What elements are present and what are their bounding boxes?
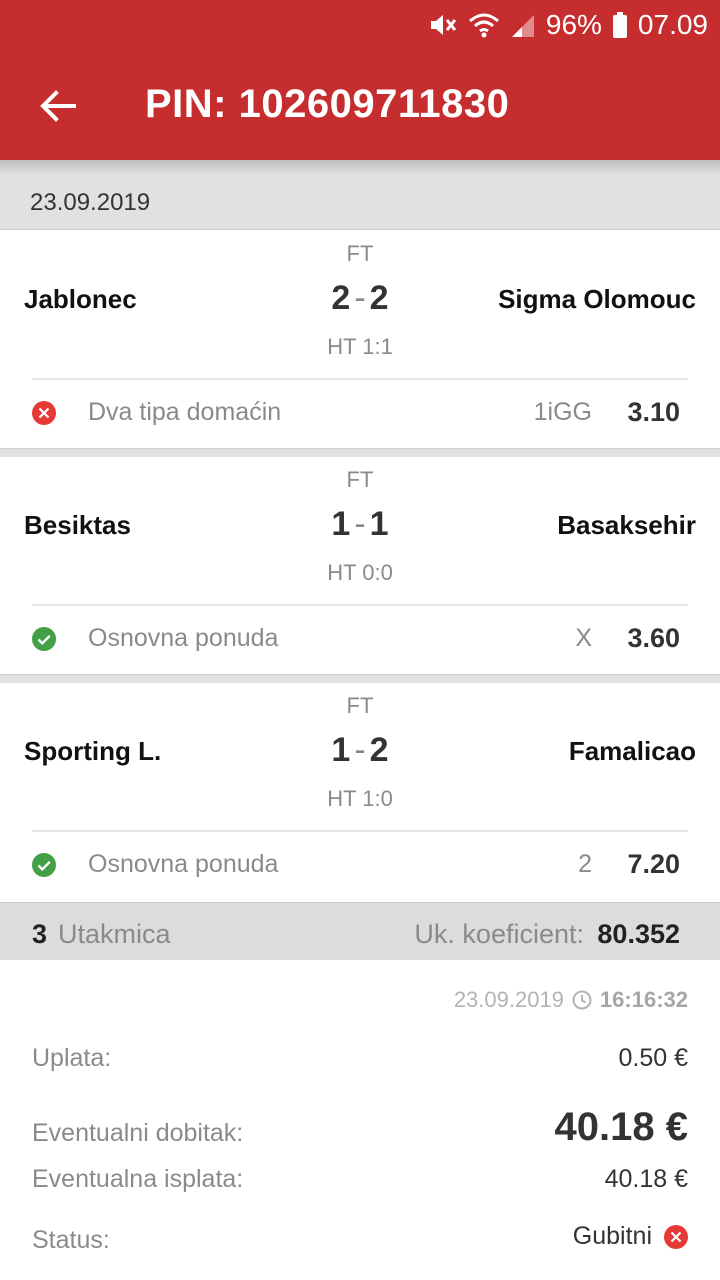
halftime-score: HT 0:0: [327, 560, 393, 585]
battery-icon: [612, 11, 628, 39]
page-title: PIN: 102609711830: [145, 82, 510, 126]
divider: [32, 604, 688, 606]
home-team: Jablonec: [24, 284, 137, 314]
bet-pick: X: [575, 624, 592, 652]
match-count-label: Utakmica: [58, 919, 171, 949]
status-bar: 96% 07.09: [428, 8, 708, 42]
possible-payout-label: Eventualna isplata:: [32, 1165, 244, 1193]
score-separator: -: [354, 731, 366, 769]
back-button[interactable]: [36, 84, 80, 128]
bet-pick: 1iGG: [533, 398, 592, 426]
wifi-icon: [468, 11, 500, 39]
match-status: FT: [346, 241, 374, 266]
match-count: 3: [32, 919, 48, 949]
stake-label: Uplata:: [32, 1044, 112, 1072]
match-card[interactable]: FT Sporting L. 1-2 Famalicao HT 1:0 Osno…: [0, 683, 720, 900]
ticket-timestamp: 23.09.2019 16:16:32: [454, 987, 688, 1013]
halftime-score: HT 1:0: [327, 786, 393, 811]
bet-market: Osnovna ponuda: [88, 624, 279, 652]
match-status: FT: [346, 467, 374, 492]
ticket-date: 23.09.2019: [453, 987, 564, 1012]
mute-icon: [428, 11, 458, 39]
away-team: Basaksehir: [557, 510, 696, 540]
total-odds-value: 80.352: [597, 919, 680, 949]
lost-icon: [664, 1224, 688, 1249]
bet-market: Osnovna ponuda: [88, 850, 279, 878]
app-bar: 96% 07.09 PIN: 102609711830: [0, 0, 720, 160]
score-away: 1: [369, 505, 389, 543]
away-team: Sigma Olomouc: [498, 284, 696, 314]
battery-percent: 96%: [545, 9, 602, 40]
date-group-header: 23.09.2019: [0, 174, 720, 230]
divider: [32, 378, 688, 380]
divider: [32, 830, 688, 832]
score-home: 1: [331, 731, 351, 769]
clock: 07.09: [637, 9, 708, 40]
won-icon: [32, 853, 56, 877]
bet-odds: 3.10: [627, 397, 680, 427]
score: 1-2: [260, 731, 460, 770]
possible-win-label: Eventualni dobitak:: [32, 1119, 244, 1147]
arrow-back-icon: [40, 90, 76, 122]
match-status: FT: [346, 693, 374, 718]
won-icon: [32, 627, 56, 651]
score-separator: -: [354, 279, 366, 317]
bet-pick: 2: [578, 850, 592, 878]
bet-odds: 3.60: [627, 623, 680, 653]
bet-odds: 7.20: [627, 849, 680, 879]
score: 1-1: [260, 505, 460, 544]
lost-icon: [32, 401, 56, 425]
total-odds-label: Uk. koeficient:: [414, 919, 584, 949]
halftime-score: HT 1:1: [327, 334, 393, 359]
ticket-details: 23.09.2019 16:16:32 Uplata: 0.50 € Event…: [0, 960, 720, 1280]
match-card[interactable]: FT Besiktas 1-1 Basaksehir HT 0:0 Osnovn…: [0, 457, 720, 674]
home-team: Sporting L.: [24, 736, 162, 766]
ticket-summary: 3 Utakmica Uk. koeficient: 80.352: [0, 902, 720, 960]
bet-market: Dva tipa domaćin: [88, 398, 282, 426]
possible-payout-value: 40.18 €: [604, 1165, 688, 1193]
app-bar-shadow: [0, 160, 720, 174]
ticket-status: Gubitni: [573, 1222, 688, 1251]
possible-win-value: 40.18 €: [554, 1105, 688, 1149]
score-away: 2: [369, 731, 389, 769]
score-away: 2: [369, 279, 389, 317]
ticket-time: 16:16:32: [599, 987, 688, 1012]
away-team: Famalicao: [568, 736, 696, 766]
signal-icon: [510, 11, 536, 39]
score-home: 2: [331, 279, 351, 317]
home-team: Besiktas: [24, 510, 131, 540]
score-home: 1: [331, 505, 351, 543]
clock-icon: [572, 990, 592, 1010]
stake-value: 0.50 €: [618, 1044, 688, 1072]
status-value: Gubitni: [572, 1222, 652, 1250]
score: 2-2: [260, 279, 460, 318]
status-label: Status:: [32, 1226, 110, 1254]
match-card[interactable]: FT Jablonec 2-2 Sigma Olomouc HT 1:1 Dva…: [0, 231, 720, 448]
score-separator: -: [354, 505, 366, 543]
